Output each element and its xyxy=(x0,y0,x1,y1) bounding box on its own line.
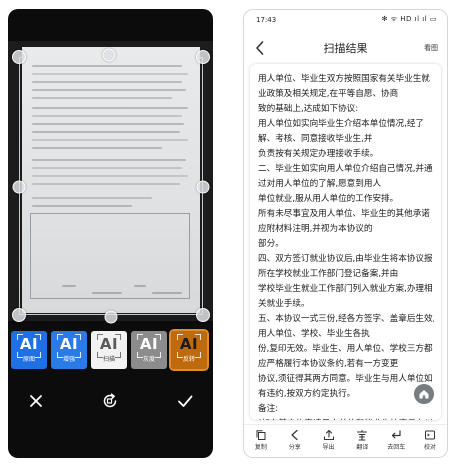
ai-corner-bracket xyxy=(115,334,121,340)
crop-handle[interactable] xyxy=(12,308,26,322)
check-icon[interactable] xyxy=(175,391,195,411)
result-line: 份,复印无效。毕业生、用人单位、学校三方都 xyxy=(258,342,434,357)
filter-invert-label: 反转 xyxy=(183,356,195,364)
toolbar-proofread-label: 校对 xyxy=(424,444,436,451)
home-icon xyxy=(418,388,430,400)
result-text-body: 用人单位、毕业生双方按照国家有关毕业生就 业政策及相关规定,在平等自愿、协商 致的基… xyxy=(250,64,441,420)
crop-screen: AI 原图 AI 增强 AI 扫描 AI 灰度 AI 反转 xyxy=(8,9,213,458)
result-line: 致的基础上,达成如下协议: xyxy=(258,102,434,117)
filter-grayscale-label: 灰度 xyxy=(143,356,155,364)
ai-corner-bracket xyxy=(17,334,23,340)
status-time: 17:43 xyxy=(256,16,276,24)
filter-original-label: 原图 xyxy=(23,356,35,364)
ai-corner-bracket xyxy=(35,334,41,340)
rotate-icon[interactable] xyxy=(100,391,120,411)
toolbar-remove-newlines[interactable]: 去回车 xyxy=(381,425,411,451)
toolbar-copy-label: 复制 xyxy=(255,444,267,451)
ai-corner-bracket xyxy=(137,334,143,340)
toolbar-proofread[interactable]: 校对 xyxy=(415,425,445,451)
result-line: 应严格履行本协议条约,若有一方变更 xyxy=(258,357,434,372)
filter-invert[interactable]: AI 反转 xyxy=(171,331,207,369)
toolbar-translate-label: 翻译 xyxy=(356,444,368,451)
result-line: 负责按有关规定办理接收手续。 xyxy=(258,147,434,162)
export-icon xyxy=(323,429,335,441)
ai-corner-bracket xyxy=(195,352,201,358)
share-icon xyxy=(289,429,301,441)
toolbar-copy[interactable]: 复制 xyxy=(246,425,276,451)
ai-corner-bracket xyxy=(97,334,103,340)
result-line: 解、考核、同意接收毕业生,并 xyxy=(258,132,434,147)
crop-handle[interactable] xyxy=(196,50,210,64)
result-line: 有违约,按双方约定执行。 xyxy=(258,387,434,402)
filter-scan[interactable]: AI 扫描 xyxy=(91,331,127,369)
page-title: 扫描结果 xyxy=(244,40,447,56)
result-line: 二、毕业生如实向用人单位介绍自己情况,并通 xyxy=(258,162,434,177)
title-bar: 扫描结果 看图 xyxy=(244,36,447,62)
result-line: 单位就业,服从用人单位的工作安排。 xyxy=(258,192,434,207)
result-line: 所有未尽事宜及用人单位、毕业生的其他承诺 xyxy=(258,207,434,222)
filter-original[interactable]: AI 原图 xyxy=(11,331,47,369)
result-line: 应附材料注明,并视为本协议的 xyxy=(258,222,434,237)
crop-handle[interactable] xyxy=(197,181,210,194)
result-line: 过对用人单位的了解,愿意到用人 xyxy=(258,177,434,192)
crop-handle[interactable] xyxy=(196,308,210,322)
filter-enhance-label: 增强 xyxy=(63,356,75,364)
ai-corner-bracket xyxy=(75,352,81,358)
result-line: 协议,须征得其两方同意。毕业生与用人单位如 xyxy=(258,372,434,387)
ai-corner-bracket xyxy=(35,352,41,358)
result-line: 业政策及相关规定,在平等自愿、协商 xyxy=(258,87,434,102)
scan-result-screen: 17:43 ✻ ᯤ HD ıl ıl ▭ 扫描结果 看图 用人单位、毕业生双方按… xyxy=(243,9,448,458)
ai-corner-bracket xyxy=(177,352,183,358)
proofread-icon xyxy=(424,429,436,441)
filter-enhance[interactable]: AI 增强 xyxy=(51,331,87,369)
view-original-button[interactable]: 看图 xyxy=(424,43,438,53)
ai-corner-bracket xyxy=(137,352,143,358)
ai-corner-bracket xyxy=(97,352,103,358)
crop-actions xyxy=(8,381,213,421)
result-line: 关就业手续。 xyxy=(258,297,434,312)
result-line: 五、本协议一式三份,经各方签字、盖章后生效, xyxy=(258,312,434,327)
result-line: 用人单位、学校、毕业生各执 xyxy=(258,327,434,342)
status-bar: 17:43 ✻ ᯤ HD ıl ıl ▭ xyxy=(244,10,447,30)
crop-handle[interactable] xyxy=(12,50,26,64)
result-line: 用人单位、毕业生双方按照国家有关毕业生就 xyxy=(258,72,434,87)
result-line: (如有其它约定请用人单位和毕业生协商后在以 xyxy=(258,417,434,420)
status-icons: ✻ ᯤ HD ıl ıl ▭ xyxy=(382,15,437,24)
ai-corner-bracket xyxy=(195,334,201,340)
bottom-toolbar: 复制 分享 导出 翻译 去回车 校对 xyxy=(244,424,447,458)
toolbar-remove-newlines-label: 去回车 xyxy=(387,444,405,451)
toolbar-translate[interactable]: 翻译 xyxy=(347,425,377,451)
ai-corner-bracket xyxy=(155,352,161,358)
home-button[interactable] xyxy=(414,384,434,404)
ocr-result-text[interactable]: 用人单位、毕业生双方按照国家有关毕业生就 业政策及相关规定,在平等自愿、协商 致的基… xyxy=(250,64,441,420)
ai-corner-bracket xyxy=(75,334,81,340)
ai-corner-bracket xyxy=(17,352,23,358)
crop-frame xyxy=(19,57,203,315)
crop-handle[interactable] xyxy=(103,49,116,62)
ai-corner-bracket xyxy=(57,352,63,358)
crop-handle[interactable] xyxy=(13,181,26,194)
toolbar-share[interactable]: 分享 xyxy=(280,425,310,451)
crop-handle[interactable] xyxy=(105,311,118,324)
result-line: 所在学校就业工作部门登记备案,并由 xyxy=(258,267,434,282)
ai-corner-bracket xyxy=(115,352,121,358)
result-line: 四、双方签订就业协议后,由毕业生将本协议报 xyxy=(258,252,434,267)
close-icon[interactable] xyxy=(26,391,46,411)
ai-corner-bracket xyxy=(177,334,183,340)
copy-icon xyxy=(255,429,267,441)
toolbar-export-label: 导出 xyxy=(323,444,335,451)
ai-corner-bracket xyxy=(57,334,63,340)
result-line: 备注: xyxy=(258,402,434,417)
result-line: 学校毕业生就业工作部门列入就业方案,办理相 xyxy=(258,282,434,297)
filter-grayscale[interactable]: AI 灰度 xyxy=(131,331,167,369)
toolbar-export[interactable]: 导出 xyxy=(314,425,344,451)
result-line: 用人单位如实向毕业生介绍本单位情况,经了 xyxy=(258,117,434,132)
result-line: 部分。 xyxy=(258,237,434,252)
filter-strip: AI 原图 AI 增强 AI 扫描 AI 灰度 AI 反转 xyxy=(8,331,213,371)
toolbar-share-label: 分享 xyxy=(289,444,301,451)
translate-icon xyxy=(356,429,368,441)
ai-corner-bracket xyxy=(155,334,161,340)
return-icon xyxy=(390,429,402,441)
filter-scan-label: 扫描 xyxy=(103,356,115,364)
